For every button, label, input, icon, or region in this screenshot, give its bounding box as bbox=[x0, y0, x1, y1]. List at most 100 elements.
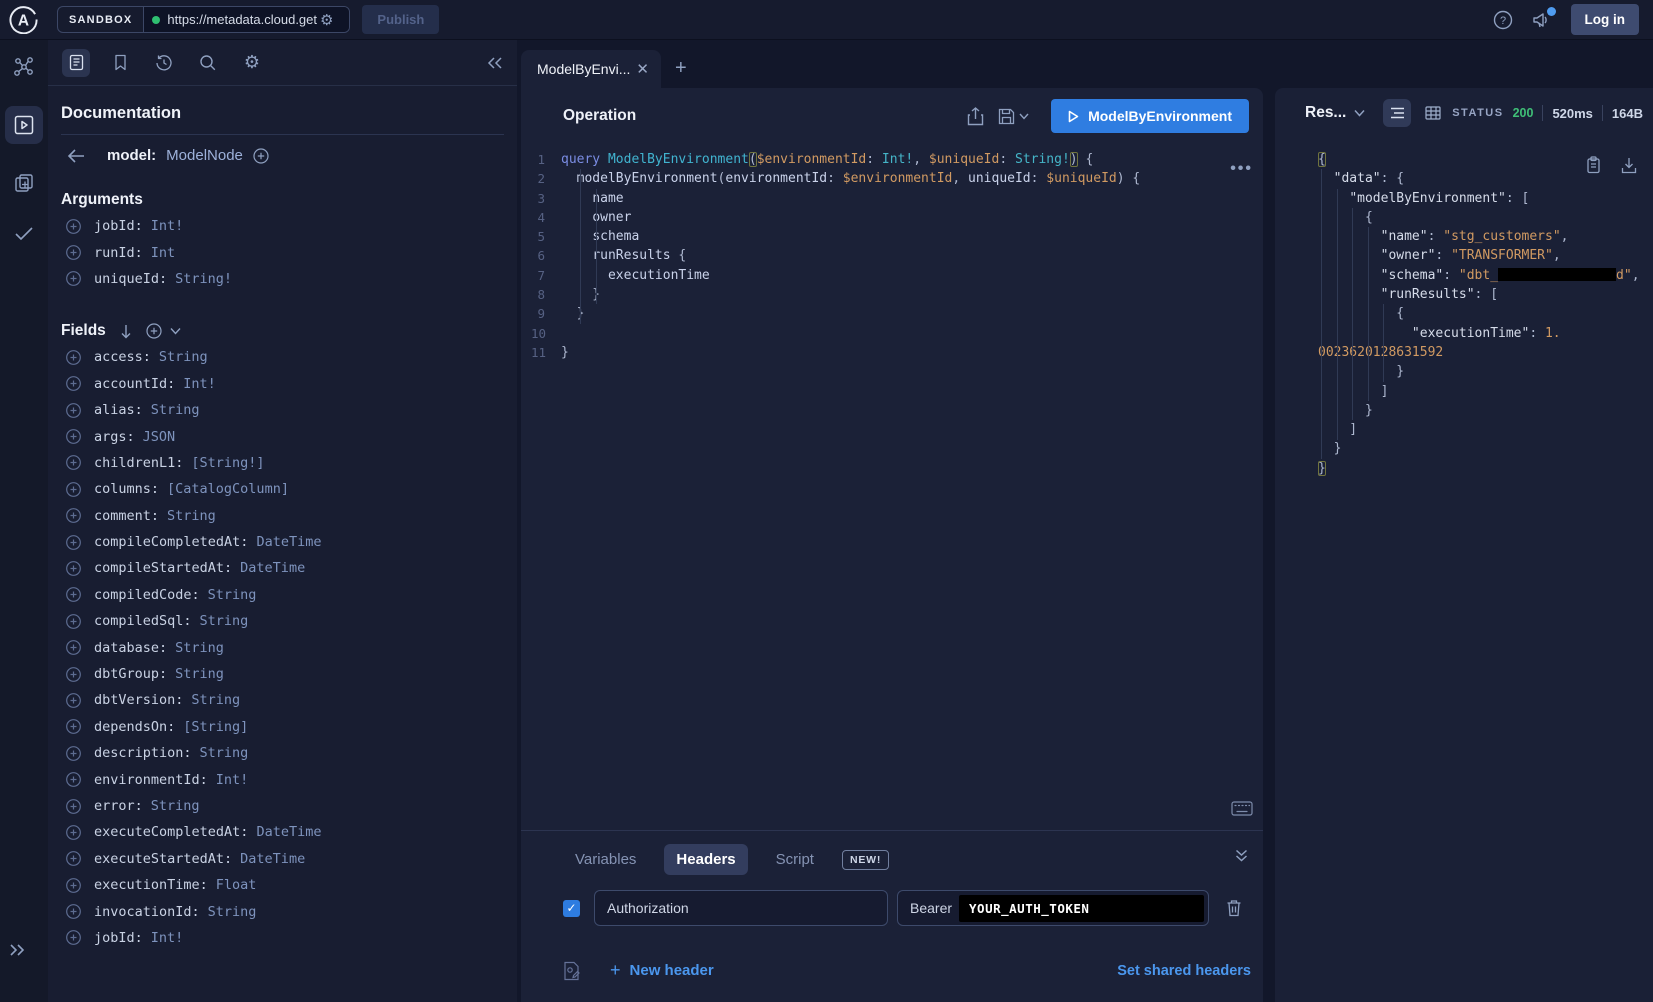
fields-options-chevron-icon[interactable] bbox=[170, 327, 181, 335]
response-table-view-icon[interactable] bbox=[1419, 99, 1447, 127]
help-icon[interactable]: ? bbox=[1493, 10, 1513, 30]
field-item-type[interactable]: String bbox=[200, 613, 249, 629]
add-to-query-icon[interactable] bbox=[66, 508, 81, 523]
field-item[interactable]: compileCompletedAt:DateTime bbox=[61, 529, 504, 555]
header-enabled-checkbox[interactable]: ✓ bbox=[563, 900, 580, 917]
add-to-query-icon[interactable] bbox=[66, 772, 81, 787]
save-options-chevron-icon[interactable] bbox=[1019, 113, 1029, 120]
expand-rail-icon[interactable] bbox=[8, 942, 26, 958]
add-to-query-icon[interactable] bbox=[66, 482, 81, 497]
field-item[interactable]: compileStartedAt: DateTime bbox=[61, 555, 504, 581]
field-item-type[interactable]: Float bbox=[216, 877, 257, 893]
field-item-name[interactable]: error: bbox=[94, 798, 143, 814]
bottom-tab-variables[interactable]: Variables bbox=[563, 844, 648, 875]
sort-fields-icon[interactable] bbox=[120, 324, 132, 339]
field-item-name[interactable]: accountId: bbox=[94, 376, 175, 392]
field-item-type[interactable]: String bbox=[208, 904, 257, 920]
field-item-name[interactable]: executeStartedAt: bbox=[94, 851, 232, 867]
field-item-type[interactable]: String bbox=[167, 508, 216, 524]
keyboard-shortcuts-icon[interactable] bbox=[1231, 801, 1253, 816]
field-item-type[interactable]: Int! bbox=[151, 930, 184, 946]
bottom-tab-script[interactable]: Script bbox=[764, 844, 826, 875]
connection-settings-gear-icon[interactable]: ⚙ bbox=[320, 11, 333, 29]
set-shared-headers-button[interactable]: Set shared headers bbox=[1117, 963, 1251, 979]
add-to-query-icon[interactable] bbox=[66, 455, 81, 470]
add-fields-icon[interactable] bbox=[146, 323, 162, 339]
field-item-type[interactable]: DateTime bbox=[240, 560, 305, 576]
endpoint-url-text[interactable]: https://metadata.cloud.get bbox=[167, 12, 317, 27]
field-item-type[interactable]: DateTime bbox=[256, 824, 321, 840]
field-item[interactable]: columns:[CatalogColumn] bbox=[61, 476, 504, 502]
add-to-query-icon[interactable] bbox=[66, 825, 81, 840]
response-raw-view-icon[interactable] bbox=[1383, 99, 1411, 127]
argument-item-type[interactable]: String! bbox=[175, 271, 232, 287]
field-item-name[interactable]: dbtVersion: bbox=[94, 692, 183, 708]
add-to-query-icon[interactable] bbox=[66, 693, 81, 708]
field-item[interactable]: executeCompletedAt: DateTime bbox=[61, 819, 504, 845]
field-item-name[interactable]: compileStartedAt: bbox=[94, 560, 232, 576]
bottom-tab-headers[interactable]: Headers bbox=[664, 844, 747, 875]
documentation-tab-icon[interactable] bbox=[62, 49, 90, 77]
field-item-type[interactable]: [CatalogColumn] bbox=[167, 481, 289, 497]
field-item-type[interactable]: String bbox=[191, 692, 240, 708]
new-tab-icon[interactable]: + bbox=[675, 58, 687, 78]
field-item-name[interactable]: description: bbox=[94, 745, 192, 761]
history-icon[interactable] bbox=[150, 49, 178, 77]
argument-item-type[interactable]: Int! bbox=[151, 218, 184, 234]
header-value-input[interactable]: Bearer YOUR_AUTH_TOKEN bbox=[897, 890, 1209, 926]
add-to-query-icon[interactable] bbox=[66, 746, 81, 761]
field-item-name[interactable]: executionTime: bbox=[94, 877, 208, 893]
add-to-query-icon[interactable] bbox=[66, 904, 81, 919]
add-to-query-icon[interactable] bbox=[66, 667, 81, 682]
field-item-type[interactable]: Int! bbox=[183, 376, 216, 392]
new-header-button[interactable]: + New header bbox=[610, 960, 714, 981]
field-item[interactable]: accountId: Int! bbox=[61, 371, 504, 397]
field-item[interactable]: environmentId:Int! bbox=[61, 766, 504, 792]
add-to-query-icon[interactable] bbox=[66, 587, 81, 602]
field-item-name[interactable]: args: bbox=[94, 429, 135, 445]
field-item[interactable]: dependsOn:[String] bbox=[61, 714, 504, 740]
argument-item[interactable]: uniqueId:String! bbox=[61, 266, 504, 292]
field-item[interactable]: database:String bbox=[61, 634, 504, 660]
field-item-type[interactable]: String bbox=[151, 798, 200, 814]
add-all-fields-icon[interactable] bbox=[253, 148, 269, 164]
field-item-type[interactable]: DateTime bbox=[240, 851, 305, 867]
add-to-query-icon[interactable] bbox=[66, 851, 81, 866]
bookmarks-icon[interactable] bbox=[106, 49, 134, 77]
add-to-query-icon[interactable] bbox=[66, 350, 81, 365]
add-to-query-icon[interactable] bbox=[66, 429, 81, 444]
nav-explorer-icon[interactable] bbox=[5, 106, 43, 144]
close-tab-icon[interactable]: ✕ bbox=[636, 60, 649, 78]
field-item-name[interactable]: alias: bbox=[94, 402, 143, 418]
field-item-type[interactable]: [String!] bbox=[191, 455, 264, 471]
field-item-type[interactable]: Int! bbox=[216, 772, 249, 788]
field-item-name[interactable]: comment: bbox=[94, 508, 159, 524]
add-to-query-icon[interactable] bbox=[66, 640, 81, 655]
delete-header-icon[interactable] bbox=[1226, 899, 1242, 917]
share-operation-icon[interactable] bbox=[967, 107, 984, 126]
field-item[interactable]: args: JSON bbox=[61, 423, 504, 449]
add-to-query-icon[interactable] bbox=[66, 219, 81, 234]
save-operation-icon[interactable] bbox=[998, 108, 1015, 125]
add-to-query-icon[interactable] bbox=[66, 245, 81, 260]
argument-item-type[interactable]: Int bbox=[151, 245, 175, 261]
argument-item[interactable]: runId: Int bbox=[61, 239, 504, 265]
announcements-megaphone-icon[interactable] bbox=[1531, 10, 1553, 30]
argument-item-name[interactable]: runId: bbox=[94, 245, 143, 261]
field-item-type[interactable]: JSON bbox=[143, 429, 176, 445]
settings-gear-icon[interactable]: ⚙ bbox=[238, 49, 266, 77]
field-item[interactable]: executionTime: Float bbox=[61, 872, 504, 898]
search-icon[interactable] bbox=[194, 49, 222, 77]
argument-item[interactable]: jobId: Int! bbox=[61, 213, 504, 239]
field-item-name[interactable]: compiledCode: bbox=[94, 587, 200, 603]
add-to-query-icon[interactable] bbox=[66, 719, 81, 734]
add-to-query-icon[interactable] bbox=[66, 561, 81, 576]
field-item-name[interactable]: executeCompletedAt: bbox=[94, 824, 248, 840]
preflight-script-icon[interactable] bbox=[563, 961, 580, 981]
field-item[interactable]: compiledSql:String bbox=[61, 608, 504, 634]
field-item-name[interactable]: database: bbox=[94, 640, 167, 656]
argument-item-name[interactable]: jobId: bbox=[94, 218, 143, 234]
field-item-name[interactable]: access: bbox=[94, 349, 151, 365]
field-item-type[interactable]: String bbox=[151, 402, 200, 418]
add-to-query-icon[interactable] bbox=[66, 930, 81, 945]
